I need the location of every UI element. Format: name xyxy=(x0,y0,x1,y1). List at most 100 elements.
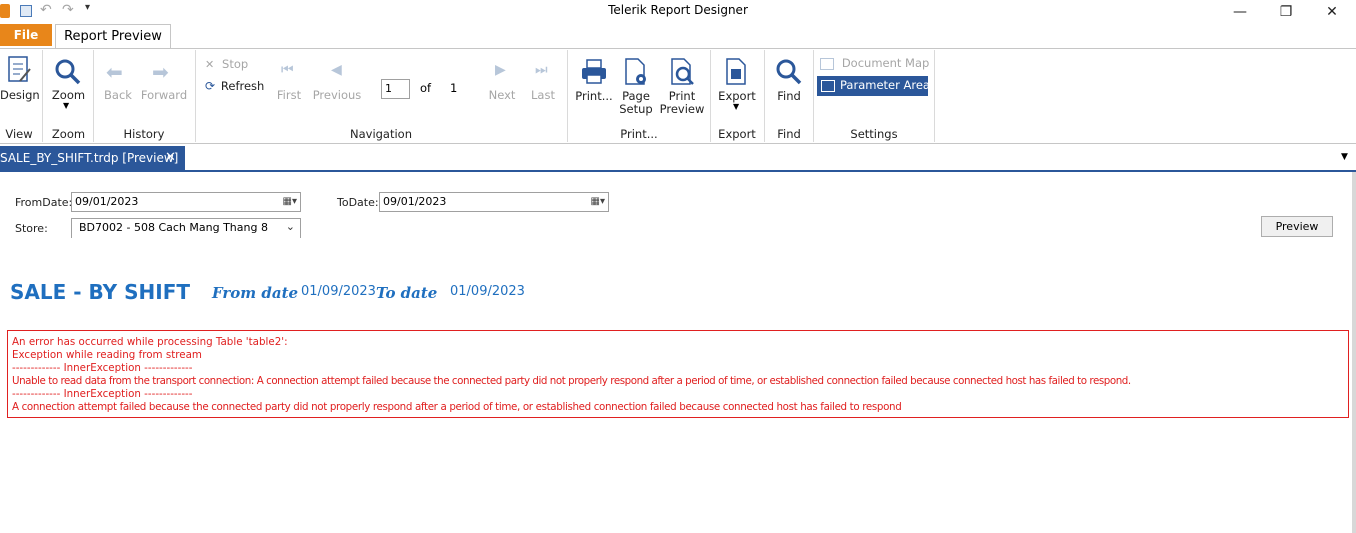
to-date-input[interactable]: 09/01/2023 ▦▾ xyxy=(379,192,609,212)
group-history-label: History xyxy=(123,127,165,141)
parameter-area-button[interactable]: Parameter Area xyxy=(817,76,930,96)
previous-page-button[interactable]: ◀ Previous xyxy=(310,62,364,107)
tab-list-dropdown-icon[interactable]: ▼ xyxy=(1341,152,1348,162)
next-page-button[interactable]: ▶ Next xyxy=(486,62,518,107)
preview-button[interactable]: Preview xyxy=(1261,216,1333,237)
last-label: Last xyxy=(531,88,555,102)
to-date-caption: To date xyxy=(376,284,438,302)
zoom-button[interactable]: Zoom ▼ xyxy=(46,55,91,115)
error-line: Unable to read data from the transport c… xyxy=(12,375,1131,387)
group-view-label: View xyxy=(5,127,33,141)
back-button[interactable]: ⬅ Back xyxy=(100,60,136,105)
parameter-area-label: Parameter Area xyxy=(840,78,930,92)
error-line: An error has occurred while processing T… xyxy=(12,336,288,348)
group-zoom-label: Zoom xyxy=(51,127,86,141)
tab-file[interactable]: File xyxy=(0,24,52,46)
print-preview-label-line2: Preview xyxy=(659,102,705,116)
chevron-down-icon: ⌄ xyxy=(285,220,295,233)
zoom-dropdown-icon: ▼ xyxy=(63,101,70,110)
previous-page-icon: ◀ xyxy=(331,62,342,78)
refresh-label: Refresh xyxy=(220,79,265,93)
error-line: A connection attempt failed because the … xyxy=(12,401,902,413)
next-page-icon: ▶ xyxy=(495,62,506,78)
to-date-label: ToDate: xyxy=(337,196,379,209)
design-icon xyxy=(8,56,31,82)
back-arrow-icon: ⬅ xyxy=(106,60,123,84)
design-button[interactable]: Design xyxy=(0,55,40,105)
minimize-icon[interactable]: — xyxy=(1217,0,1263,24)
forward-label: Forward xyxy=(140,88,188,102)
print-preview-button[interactable]: Print Preview xyxy=(658,57,706,117)
from-date-caption: From date xyxy=(212,284,299,302)
restore-icon[interactable]: ❐ xyxy=(1263,0,1309,24)
forward-button[interactable]: ➡ Forward xyxy=(140,60,188,105)
current-page-input[interactable]: 1 xyxy=(381,79,410,99)
parameter-area-icon xyxy=(821,80,835,92)
document-map-button[interactable]: Document Map xyxy=(820,56,930,72)
from-date-value: 09/01/2023 xyxy=(75,195,139,208)
first-page-icon: ⏮ xyxy=(281,62,294,78)
refresh-icon: ⟳ xyxy=(205,79,216,93)
group-export-label: Export xyxy=(718,127,756,141)
print-button[interactable]: Print... xyxy=(572,57,616,107)
group-settings-label: Settings xyxy=(850,127,898,141)
to-date-report-value: 01/09/2023 xyxy=(450,284,525,299)
forward-arrow-icon: ➡ xyxy=(152,60,169,84)
design-label: Design xyxy=(0,88,40,102)
printer-icon xyxy=(582,59,606,84)
document-map-label: Document Map xyxy=(841,56,930,70)
from-date-label: FromDate: xyxy=(15,196,73,209)
to-date-value: 09/01/2023 xyxy=(383,195,447,208)
document-tab-strip xyxy=(0,145,1356,172)
close-icon[interactable]: ✕ xyxy=(1309,0,1355,24)
export-button[interactable]: Export ▼ xyxy=(714,57,760,117)
report-title: SALE - BY SHIFT xyxy=(10,280,190,304)
back-label: Back xyxy=(104,88,132,102)
from-date-report-value: 01/09/2023 xyxy=(301,284,376,299)
print-preview-icon xyxy=(671,58,694,85)
refresh-button[interactable]: ⟳ Refresh xyxy=(205,79,271,95)
page-setup-button[interactable]: Page Setup xyxy=(616,57,656,117)
tab-report-preview[interactable]: Report Preview xyxy=(55,24,171,48)
export-icon xyxy=(726,58,746,85)
from-date-input[interactable]: 09/01/2023 ▦▾ xyxy=(71,192,301,212)
error-line: ------------- InnerException -----------… xyxy=(12,362,193,374)
calendar-icon[interactable]: ▦▾ xyxy=(283,193,297,211)
stop-icon: ✕ xyxy=(205,58,215,71)
previous-label: Previous xyxy=(312,88,362,102)
find-button[interactable]: Find xyxy=(768,57,810,107)
document-tab[interactable]: SALE_BY_SHIFT.trdp [Preview] ✕ xyxy=(0,146,185,170)
separator xyxy=(93,50,94,142)
last-page-button[interactable]: ⏭ Last xyxy=(528,62,558,107)
last-page-icon: ⏭ xyxy=(535,62,548,78)
scrollbar[interactable] xyxy=(1352,172,1356,533)
store-label: Store: xyxy=(15,222,48,235)
stop-button[interactable]: ✕ Stop xyxy=(205,57,265,73)
separator xyxy=(710,50,711,142)
document-tab-label: SALE_BY_SHIFT.trdp [Preview] xyxy=(0,151,179,165)
window-title: Telerik Report Designer xyxy=(608,3,748,17)
group-find-label: Find xyxy=(777,127,801,141)
separator xyxy=(934,50,935,142)
page-setup-label-line2: Setup xyxy=(619,102,653,116)
find-label: Find xyxy=(777,89,801,103)
first-label: First xyxy=(276,88,302,102)
document-tab-close-icon[interactable]: ✕ xyxy=(165,146,176,170)
error-line: Exception while reading from stream xyxy=(12,349,202,361)
calendar-icon[interactable]: ▦▾ xyxy=(591,193,605,211)
total-pages: 1 xyxy=(450,81,458,95)
of-label: of xyxy=(420,81,432,95)
group-print-label: Print... xyxy=(620,127,658,141)
page-setup-icon xyxy=(625,58,646,85)
find-icon xyxy=(776,59,802,85)
error-line: ------------- InnerException -----------… xyxy=(12,388,193,400)
separator xyxy=(764,50,765,142)
print-label: Print... xyxy=(575,89,613,103)
first-page-button[interactable]: ⏮ First xyxy=(274,62,304,107)
separator xyxy=(42,50,43,142)
store-select[interactable]: BD7002 - 508 Cach Mang Thang 8 ⌄ xyxy=(71,218,301,238)
store-value: BD7002 - 508 Cach Mang Thang 8 xyxy=(79,221,268,234)
group-navigation-label: Navigation xyxy=(349,127,413,141)
zoom-icon xyxy=(55,59,81,85)
document-map-icon xyxy=(820,57,834,70)
